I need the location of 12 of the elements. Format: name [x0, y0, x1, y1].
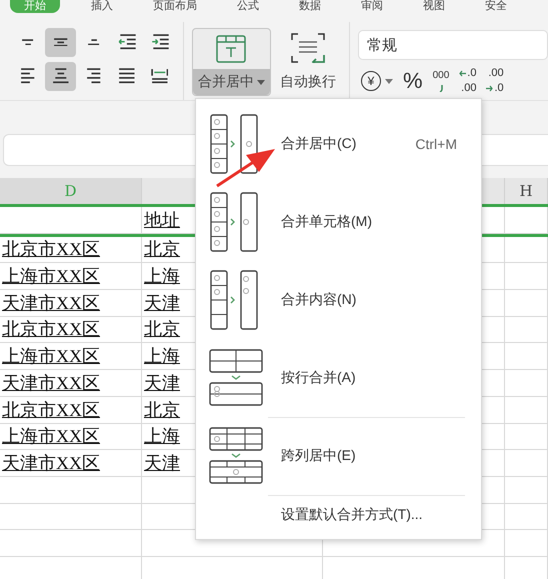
table-cell-text: 天津市XX区 [2, 292, 100, 315]
table-cell-text: 天津市XX区 [2, 372, 100, 395]
table-cell-text: 天津 [144, 372, 180, 395]
table-cell-text: 上海 [144, 345, 180, 368]
table-cell-text: 上海 [144, 425, 180, 448]
table-cell-text: 上海市XX区 [2, 345, 100, 368]
table-cell-text: 上海市XX区 [2, 265, 100, 288]
table-cell-text: 天津 [144, 452, 180, 475]
table-cell-text: 上海 [144, 265, 180, 288]
table-cell-text: 天津市XX区 [2, 452, 100, 475]
table-cell-text: 天津 [144, 292, 180, 315]
table-cell-text: 上海市XX区 [2, 425, 100, 448]
